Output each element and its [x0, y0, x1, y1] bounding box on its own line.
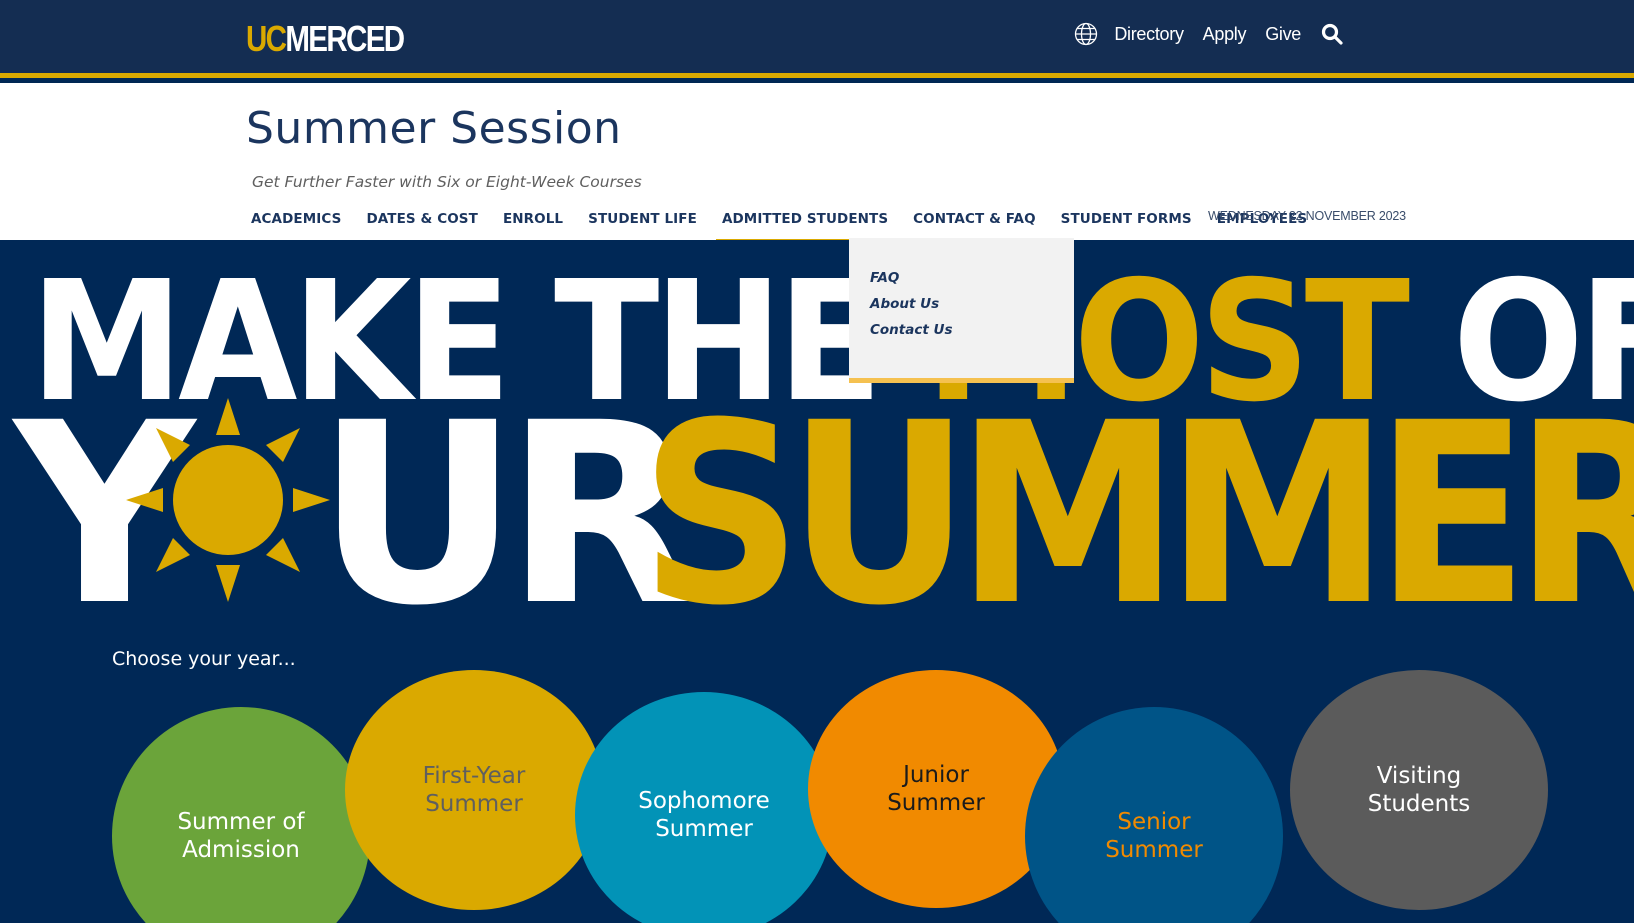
- choose-year-label: Choose your year...: [112, 648, 296, 670]
- nav-dates-cost[interactable]: DATES & COST: [366, 211, 477, 243]
- contact-faq-dropdown: FAQ About Us Contact Us: [849, 238, 1074, 383]
- nav-student-life[interactable]: STUDENT LIFE: [588, 211, 697, 243]
- main-nav: ACADEMICS DATES & COST ENROLL STUDENT LI…: [251, 211, 1332, 243]
- top-bar: UCMERCED Directory Apply Give: [0, 0, 1634, 78]
- logo-uc: UC: [246, 18, 287, 59]
- headline-ur: UR: [316, 369, 697, 660]
- dropdown-faq[interactable]: FAQ: [870, 270, 1074, 286]
- circle-label-line2: Summer: [425, 791, 523, 817]
- hero-banner: MAKE THE MOST OF Y UR SUMMER Choose your…: [0, 240, 1634, 923]
- uc-merced-logo[interactable]: UCMERCED: [246, 18, 405, 59]
- site-tagline: Get Further Faster with Six or Eight-Wee…: [252, 173, 642, 191]
- circle-label-line2: Students: [1367, 791, 1471, 817]
- circle-label-line1: First-Year: [422, 763, 526, 789]
- dropdown-about-us[interactable]: About Us: [870, 296, 1074, 312]
- senior-summer-button[interactable]: Senior Summer: [1025, 707, 1283, 923]
- give-link[interactable]: Give: [1265, 24, 1301, 45]
- circle-label-line2: Summer: [887, 790, 985, 816]
- search-icon[interactable]: [1320, 22, 1344, 46]
- site-title[interactable]: Summer Session: [246, 103, 622, 154]
- nav-academics[interactable]: ACADEMICS: [251, 211, 341, 243]
- circle-label-line1: Sophomore: [638, 788, 770, 814]
- utility-nav: Directory Apply Give: [1074, 22, 1344, 46]
- nav-enroll[interactable]: ENROLL: [503, 211, 563, 243]
- apply-link[interactable]: Apply: [1203, 24, 1247, 45]
- circle-label-line2: Summer: [655, 816, 753, 842]
- summer-of-admission-button[interactable]: Summer of Admission: [112, 707, 370, 923]
- globe-icon[interactable]: [1074, 22, 1098, 46]
- circle-label-line1: Senior: [1117, 809, 1191, 835]
- site-header: Summer Session Get Further Faster with S…: [0, 83, 1634, 243]
- nav-student-forms[interactable]: STUDENT FORMS: [1061, 211, 1192, 243]
- circle-label-line2: Summer: [1105, 837, 1203, 863]
- headline-summer: SUMMER: [640, 369, 1634, 660]
- sophomore-summer-button[interactable]: Sophomore Summer: [575, 692, 833, 923]
- junior-summer-button[interactable]: Junior Summer: [808, 670, 1064, 908]
- visiting-students-button[interactable]: Visiting Students: [1290, 670, 1548, 910]
- first-year-summer-button[interactable]: First-Year Summer: [345, 670, 603, 910]
- circle-label-line2: Admission: [182, 837, 300, 863]
- current-date: WEDNESDAY 22 NOVEMBER 2023: [1208, 209, 1406, 223]
- directory-link[interactable]: Directory: [1114, 24, 1184, 45]
- circle-label-line1: Summer of: [177, 809, 305, 835]
- dropdown-contact-us[interactable]: Contact Us: [870, 322, 1074, 338]
- sun-icon: [126, 398, 330, 602]
- circle-label-line1: Visiting: [1376, 763, 1462, 789]
- logo-merced: MERCED: [285, 18, 405, 59]
- circle-label-line1: Junior: [903, 762, 969, 788]
